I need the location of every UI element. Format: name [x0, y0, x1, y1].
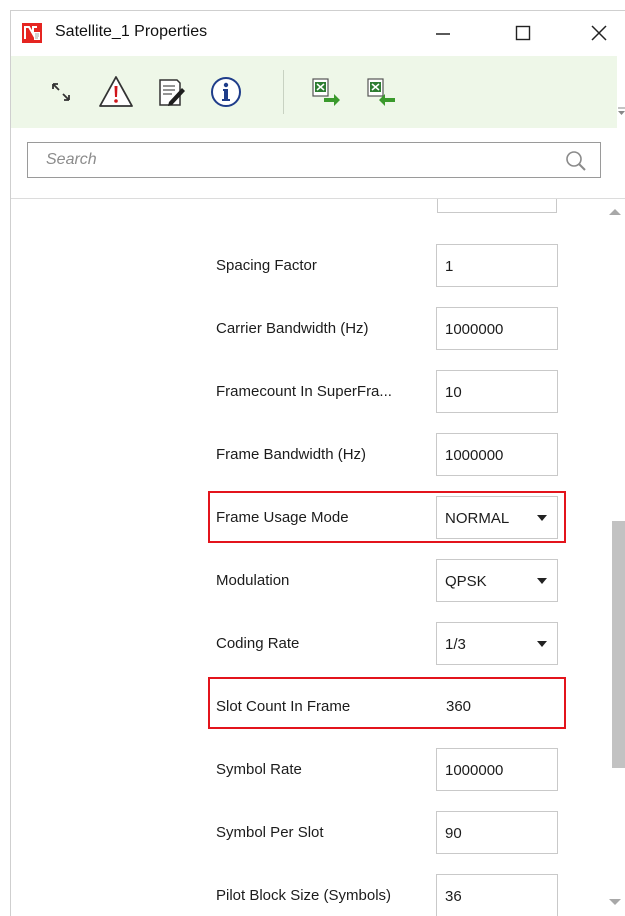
scrollbar-thumb[interactable]	[612, 521, 625, 768]
window-title: Satellite_1 Properties	[55, 23, 208, 40]
property-label: Spacing Factor	[216, 257, 317, 274]
chevron-down-icon	[537, 641, 547, 647]
property-row-symbol-rate: Symbol Rate 1000000	[11, 748, 606, 794]
info-icon	[211, 77, 241, 107]
search-icon[interactable]	[564, 149, 588, 173]
property-row-frame-usage-mode: Frame Usage Mode NORMAL	[11, 496, 606, 542]
property-row-spacing-factor: Spacing Factor 1	[11, 244, 606, 290]
excel-export-icon	[312, 78, 340, 106]
warning-icon	[99, 76, 133, 107]
property-row-carrier-bandwidth: Carrier Bandwidth (Hz) 1000000	[11, 307, 606, 353]
property-row-symbol-per-slot: Symbol Per Slot 90	[11, 811, 606, 857]
slot-count-value: 360	[436, 685, 558, 728]
property-label: Symbol Per Slot	[216, 824, 324, 841]
expand-icon	[52, 83, 70, 101]
pilot-block-size-input[interactable]: 36	[436, 874, 558, 916]
info-button[interactable]	[206, 72, 246, 112]
property-row-coding-rate: Coding Rate 1/3	[11, 622, 606, 668]
property-row-framecount: Framecount In SuperFra... 10	[11, 370, 606, 416]
app-logo-icon	[22, 23, 42, 43]
search-box	[27, 142, 601, 178]
edit-notes-button[interactable]	[151, 72, 191, 112]
property-label: Frame Usage Mode	[216, 509, 349, 526]
minimize-icon	[436, 33, 450, 35]
toolbar-separator	[283, 70, 284, 114]
close-icon	[591, 25, 607, 41]
toolbar	[11, 56, 617, 128]
scroll-down-icon[interactable]	[609, 899, 621, 905]
excel-import-icon	[367, 78, 395, 106]
property-label: Pilot Block Size (Symbols)	[216, 887, 392, 904]
partial-value-field[interactable]	[437, 199, 557, 213]
property-label: Carrier Bandwidth (Hz)	[216, 320, 369, 337]
chevron-down-icon	[537, 578, 547, 584]
coding-rate-select[interactable]: 1/3	[436, 622, 558, 665]
property-label: Modulation	[216, 572, 290, 589]
scroll-up-icon[interactable]	[609, 209, 621, 215]
toolbar-overflow-icon[interactable]	[617, 103, 625, 115]
dropdown-value: 1/3	[445, 636, 466, 653]
warnings-button[interactable]	[96, 72, 136, 112]
property-label: Symbol Rate	[216, 761, 302, 778]
maximize-icon	[515, 25, 531, 41]
expand-button[interactable]	[41, 72, 81, 112]
dropdown-value: NORMAL	[445, 510, 510, 527]
framecount-input[interactable]: 10	[436, 370, 558, 413]
chevron-down-icon	[537, 515, 547, 521]
minimize-button[interactable]	[421, 17, 465, 49]
frame-usage-mode-select[interactable]: NORMAL	[436, 496, 558, 539]
spacing-factor-input[interactable]: 1	[436, 244, 558, 287]
edit-document-icon	[159, 79, 185, 106]
maximize-button[interactable]	[501, 17, 545, 49]
property-row-frame-bandwidth: Frame Bandwidth (Hz) 1000000	[11, 433, 606, 479]
carrier-bandwidth-input[interactable]: 1000000	[436, 307, 558, 350]
property-label: Framecount In SuperFra...	[216, 383, 392, 400]
dropdown-value: QPSK	[445, 573, 487, 590]
property-label: Frame Bandwidth (Hz)	[216, 446, 367, 463]
property-label: Slot Count In Frame	[216, 698, 351, 715]
import-excel-button[interactable]	[361, 72, 401, 112]
properties-window: Satellite_1 Properties Search Spacing Fa…	[10, 10, 625, 916]
symbol-per-slot-input[interactable]: 90	[436, 811, 558, 854]
search-input[interactable]	[28, 143, 566, 177]
frame-bandwidth-input[interactable]: 1000000	[436, 433, 558, 476]
export-excel-button[interactable]	[306, 72, 346, 112]
modulation-select[interactable]: QPSK	[436, 559, 558, 602]
property-row-slot-count: Slot Count In Frame 360	[11, 685, 606, 731]
property-row-pilot-block-size: Pilot Block Size (Symbols) 36	[11, 874, 606, 916]
close-button[interactable]	[577, 17, 621, 49]
symbol-rate-input[interactable]: 1000000	[436, 748, 558, 791]
property-label: Coding Rate	[216, 635, 300, 652]
property-row-modulation: Modulation QPSK	[11, 559, 606, 605]
title-bar[interactable]: Satellite_1 Properties	[11, 11, 625, 55]
property-list: Spacing Factor 1 Carrier Bandwidth (Hz) …	[11, 199, 606, 916]
